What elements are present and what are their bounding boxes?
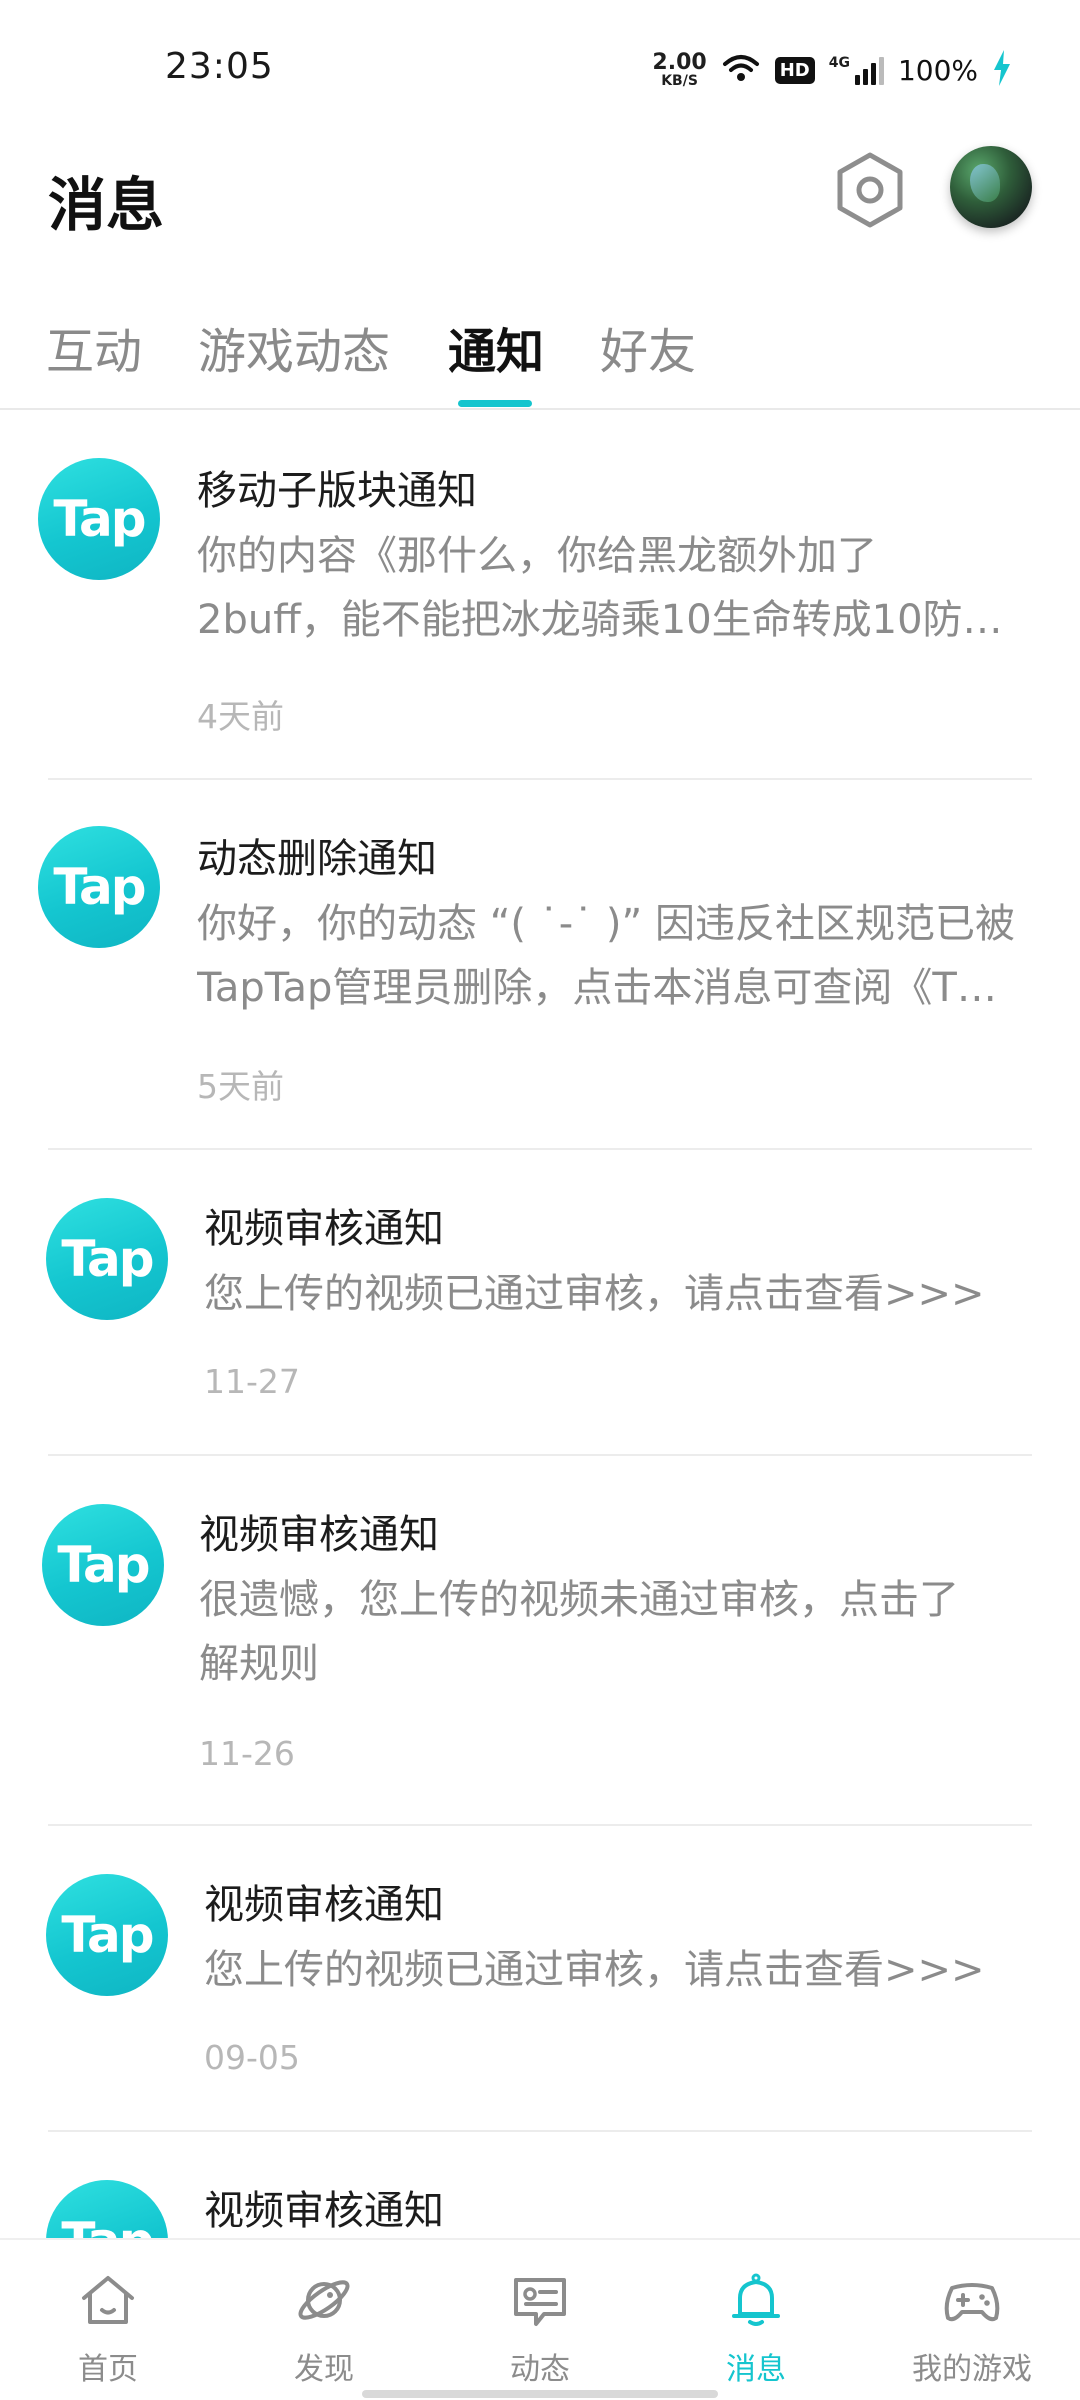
notification-title: 动态删除通知: [197, 836, 437, 882]
divider: [48, 778, 1032, 780]
taptap-logo-icon: Tap: [38, 826, 160, 948]
notification-body: 您上传的视频已通过审核，请点击查看>>>: [204, 1271, 985, 1317]
notification-time: 11-27: [204, 1362, 300, 1401]
notification-title: 视频审核通知: [204, 1882, 444, 1928]
taptap-logo-icon: Tap: [46, 1874, 168, 1996]
divider: [48, 2130, 1032, 2132]
hd-badge: HD: [774, 56, 815, 84]
home-indicator-bar[interactable]: [362, 2390, 718, 2398]
notification-body: 你好，你的动态 “( ˙-˙ )” 因违反社区规范已被 TapTap管理员删除，…: [197, 901, 1015, 1011]
nav-my-games[interactable]: 我的游戏: [902, 2268, 1042, 2388]
nav-messages[interactable]: 消息: [686, 2268, 826, 2388]
taptap-logo-icon: Tap: [42, 1504, 164, 1626]
status-bar: 23:05 2.00 KB/S HD 4G 100%: [0, 0, 1080, 130]
notification-body: 你的内容《那什么，你给黑龙额外加了 2buff，能不能把冰龙骑乘10生命转成10…: [197, 533, 1003, 643]
notification-title: 移动子版块通知: [197, 468, 477, 514]
tab-notifications[interactable]: 通知: [448, 312, 544, 382]
active-tab-indicator: [458, 400, 532, 407]
settings-button[interactable]: [832, 150, 908, 234]
network-speed-value: 2.00: [652, 50, 707, 75]
nav-label: 发现: [294, 2352, 354, 2387]
nav-label: 首页: [78, 2352, 138, 2387]
notification-title: 视频审核通知: [199, 1512, 439, 1558]
status-time: 23:05: [165, 46, 274, 87]
nav-label: 动态: [510, 2352, 570, 2387]
tab-friends[interactable]: 好友: [600, 312, 696, 382]
network-speed: 2.00 KB/S: [652, 50, 707, 89]
divider: [48, 1824, 1032, 1826]
signal-icon: 4G: [829, 55, 884, 85]
network-speed-unit: KB/S: [661, 73, 698, 89]
nav-label: 消息: [726, 2352, 786, 2387]
settings-hexagon-icon: [834, 150, 906, 234]
nav-feed[interactable]: 动态: [470, 2268, 610, 2388]
notification-title: 视频审核通知: [204, 1206, 444, 1252]
wifi-icon: [721, 53, 761, 87]
nav-discover[interactable]: 发现: [254, 2268, 394, 2388]
notification-time: 09-05: [204, 2038, 300, 2077]
gamepad-icon: [940, 2268, 1004, 2336]
notification-title: 视频审核通知: [204, 2188, 444, 2234]
notification-time: 5天前: [197, 1067, 284, 1106]
notification-body: 您上传的视频已通过审核，请点击查看>>>: [204, 1947, 985, 1993]
taptap-logo-icon: Tap: [46, 1198, 168, 1320]
bottom-nav: 首页 发现 动态 消息 我的游戏: [0, 2238, 1080, 2400]
tab-game-news[interactable]: 游戏动态: [198, 312, 390, 382]
home-icon: [76, 2268, 140, 2336]
notification-time: 11-26: [199, 1734, 295, 1773]
notification-time: 4天前: [197, 697, 284, 736]
notification-body: 很遗憾，您上传的视频未通过审核，点击了 解规则: [199, 1577, 959, 1687]
tab-interaction[interactable]: 互动: [46, 312, 142, 382]
planet-icon: [292, 2268, 356, 2336]
status-icons: 2.00 KB/S HD 4G 100%: [652, 48, 1012, 92]
tab-bar: 互动 游戏动态 通知 好友: [0, 300, 1080, 410]
network-type: 4G: [828, 55, 850, 71]
divider: [48, 1148, 1032, 1150]
avatar[interactable]: [950, 146, 1032, 228]
page-title: 消息: [48, 171, 165, 239]
bell-icon: [724, 2268, 788, 2336]
taptap-logo-icon: Tap: [38, 458, 160, 580]
chat-card-icon: [508, 2268, 572, 2336]
battery-level: 100%: [897, 53, 978, 87]
divider: [48, 1454, 1032, 1456]
nav-label: 我的游戏: [912, 2352, 1032, 2387]
nav-home[interactable]: 首页: [38, 2268, 178, 2388]
charging-icon: [992, 50, 1012, 90]
